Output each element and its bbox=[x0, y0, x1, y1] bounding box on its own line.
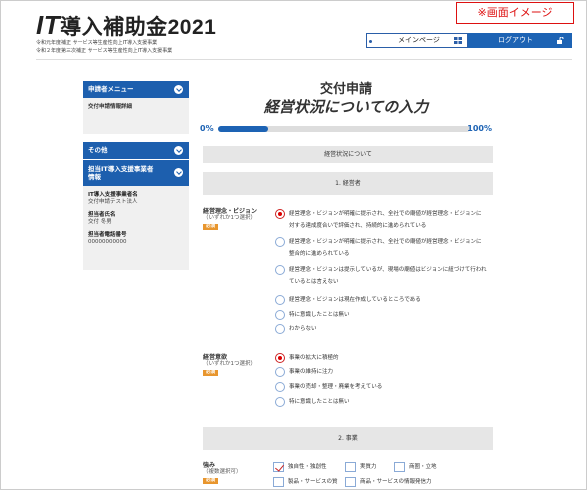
q1-label: 経営理念・ビジョン （いずれか1つ選択） 必須 bbox=[203, 208, 258, 230]
radio[interactable] bbox=[275, 237, 285, 247]
q2-option-4[interactable]: 特に意識したことは無い bbox=[275, 396, 487, 408]
radio[interactable] bbox=[275, 382, 285, 392]
sidebar-item-application-details[interactable]: 交付申請情報詳細 bbox=[88, 104, 184, 111]
radio[interactable] bbox=[275, 265, 285, 275]
brand-logo: IT導入補助金2021 令和元年度補正 サービス等生産性向上IT導入支援事業 令… bbox=[36, 10, 217, 55]
vendor-name: 交付申請テスト法人 bbox=[88, 199, 138, 205]
logo-subtitle-1: 令和元年度補正 サービス等生産性向上IT導入支援事業 bbox=[36, 40, 158, 46]
q2-option-2[interactable]: 事業の維持に注力 bbox=[275, 366, 487, 378]
required-badge: 必須 bbox=[203, 224, 218, 230]
checkbox[interactable] bbox=[273, 477, 284, 487]
required-badge: 必須 bbox=[203, 478, 218, 484]
progress-bar: 0% 100% bbox=[200, 124, 492, 134]
section-header-manager: 1. 経営者 bbox=[203, 172, 493, 195]
q3-checkbox-quality[interactable]: 製品・サービスの質 bbox=[273, 477, 338, 487]
chevron-down-icon bbox=[174, 168, 183, 177]
q3-label: 強み （複数選択可） 必須 bbox=[203, 462, 242, 484]
q1-option-5[interactable]: 特に意識したことは無い bbox=[275, 309, 487, 321]
q3-checkbox-uniqueness[interactable]: 独自性・独創性 bbox=[273, 462, 327, 472]
q3-checkbox-location[interactable]: 商圏・立地 bbox=[394, 462, 437, 472]
checkbox[interactable] bbox=[394, 462, 405, 472]
radio-selected[interactable] bbox=[275, 209, 285, 219]
checkbox[interactable] bbox=[345, 462, 356, 472]
other-menu-header[interactable]: その他 bbox=[83, 142, 189, 159]
q1-option-6[interactable]: わからない bbox=[275, 323, 487, 335]
unlock-icon bbox=[557, 37, 564, 44]
chevron-down-icon bbox=[174, 85, 183, 94]
q3-checkbox-promotion[interactable]: 商品・サービスの情報発信力 bbox=[345, 477, 432, 487]
applicant-menu-header[interactable]: 申請者メニュー bbox=[83, 81, 189, 98]
grid-icon bbox=[454, 37, 462, 44]
section-header-business: 2. 事業 bbox=[203, 427, 493, 450]
q2-label: 経営意欲 （いずれか1つ選択） 必須 bbox=[203, 354, 256, 376]
radio[interactable] bbox=[275, 367, 285, 377]
required-badge: 必須 bbox=[203, 370, 218, 376]
chevron-down-icon bbox=[174, 146, 183, 155]
q2-option-1[interactable]: 事業の拡大に積極的 bbox=[275, 352, 487, 364]
radio[interactable] bbox=[275, 310, 285, 320]
q1-option-4[interactable]: 経営理念・ビジョンは現在作成しているところである bbox=[275, 294, 487, 306]
header-divider bbox=[36, 59, 572, 60]
q1-option-3[interactable]: 経営理念・ビジョンは提示しているが、現場の廟値はビジョンに紐づけて行われていると… bbox=[275, 264, 487, 288]
page-title: 交付申請 経営状況についての入力 bbox=[263, 82, 429, 116]
vendor-info-header[interactable]: 担当IT導入支援事業者情報 bbox=[83, 160, 189, 186]
bullet-icon bbox=[369, 40, 372, 43]
vendor-info-panel: IT導入支援事業者名 交付申請テスト法人 担当者氏名 交付 冬男 担当者電話番号… bbox=[83, 186, 189, 270]
main-page-button[interactable]: メインページ bbox=[366, 33, 468, 48]
staff-name-label: 担当者氏名 bbox=[88, 212, 116, 218]
page: IT導入補助金2021 令和元年度補正 サービス等生産性向上IT導入支援事業 令… bbox=[0, 0, 587, 490]
phone-number: 00000000000 bbox=[88, 239, 127, 245]
checkbox[interactable] bbox=[345, 477, 356, 487]
progress-start-label: 0% bbox=[200, 124, 214, 133]
progress-end-label: 100% bbox=[467, 124, 492, 133]
vendor-name-label: IT導入支援事業者名 bbox=[88, 192, 138, 198]
progress-fill bbox=[218, 126, 269, 132]
screen-image-notice: ※画面イメージ bbox=[456, 2, 574, 24]
logo-text: IT導入補助金2021 bbox=[36, 10, 217, 40]
progress-track bbox=[218, 126, 470, 132]
section-header-management: 経営状況について bbox=[203, 146, 493, 163]
logout-button[interactable]: ログアウト bbox=[468, 33, 572, 48]
q1-option-1[interactable]: 経営理念・ビジョンが明確に提示され、全社での廟値が経営理念・ビジョンに対する達成… bbox=[275, 208, 487, 232]
q3-checkbox-capability[interactable]: 実質力 bbox=[345, 462, 377, 472]
radio-selected[interactable] bbox=[275, 353, 285, 363]
radio[interactable] bbox=[275, 324, 285, 334]
logo-subtitle-2: 令和２年度第三次補正 サービス等生産性向上IT導入支援事業 bbox=[36, 48, 173, 54]
q2-option-3[interactable]: 事業の売却・整理・廃業を考えている bbox=[275, 381, 487, 393]
radio[interactable] bbox=[275, 397, 285, 407]
checkbox-checked[interactable] bbox=[273, 462, 284, 472]
phone-label: 担当者電話番号 bbox=[88, 232, 127, 238]
radio[interactable] bbox=[275, 295, 285, 305]
staff-name: 交付 冬男 bbox=[88, 219, 112, 225]
q1-option-2[interactable]: 経営理念・ビジョンが明確に提示され、全社での廟値が経営理念・ビジョンに整合的に進… bbox=[275, 236, 487, 260]
applicant-menu-list: 交付申請情報詳細 bbox=[83, 98, 189, 134]
